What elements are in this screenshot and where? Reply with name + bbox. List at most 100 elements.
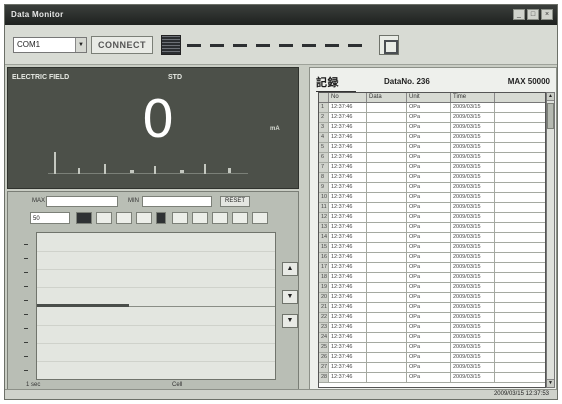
column-header[interactable]: Unit: [407, 93, 451, 102]
table-row[interactable]: 21 12:37:46 OPa 2009/03/15: [319, 303, 545, 313]
table-cell: OPa: [407, 363, 451, 372]
table-row[interactable]: 27 12:37:46 OPa 2009/03/15: [319, 363, 545, 373]
scroll-up-icon[interactable]: ▲: [547, 93, 554, 101]
wave-tool-button[interactable]: [136, 212, 152, 224]
y-tick: [24, 328, 28, 329]
wave-tool-button[interactable]: [232, 212, 248, 224]
table-row[interactable]: 2 12:37:46 OPa 2009/03/15: [319, 113, 545, 123]
minimize-button[interactable]: _: [513, 9, 525, 20]
table-cell: 2009/03/15: [451, 183, 495, 192]
table-row[interactable]: 26 12:37:46 OPa 2009/03/15: [319, 353, 545, 363]
table-cell: 2009/03/15: [451, 273, 495, 282]
connect-button[interactable]: CONNECT: [91, 36, 153, 54]
table-cell: OPa: [407, 143, 451, 152]
table-row[interactable]: 24 12:37:46 OPa 2009/03/15: [319, 333, 545, 343]
table-row[interactable]: 7 12:37:46 OPa 2009/03/15: [319, 163, 545, 173]
zoom-up-button[interactable]: ▲: [282, 262, 298, 276]
wave-tool-button[interactable]: [192, 212, 208, 224]
grid-icon[interactable]: [161, 35, 181, 55]
wave-tool-button[interactable]: [172, 212, 188, 224]
table-cell: 2009/03/15: [451, 133, 495, 142]
range-select[interactable]: 50: [30, 212, 70, 224]
zoom-down-button[interactable]: ▼: [282, 290, 298, 304]
scroll-down-icon[interactable]: ▼: [547, 379, 554, 387]
table-cell: 12:37:46: [329, 163, 367, 172]
dash-icon: [325, 44, 339, 47]
table-cell: OPa: [407, 173, 451, 182]
table-cell: OPa: [407, 203, 451, 212]
column-header[interactable]: No: [329, 93, 367, 102]
wave-tool-button[interactable]: [252, 212, 268, 224]
table-row[interactable]: 15 12:37:46 OPa 2009/03/15: [319, 243, 545, 253]
wave-tool-button[interactable]: [116, 212, 132, 224]
table-cell: OPa: [407, 233, 451, 242]
max-input[interactable]: [46, 196, 118, 207]
table-row[interactable]: 5 12:37:46 OPa 2009/03/15: [319, 143, 545, 153]
table-cell: 2009/03/15: [451, 323, 495, 332]
grid-line: [37, 325, 275, 326]
window-title: Data Monitor: [11, 10, 64, 19]
table-row[interactable]: 12 12:37:46 OPa 2009/03/15: [319, 213, 545, 223]
table-cell: OPa: [407, 113, 451, 122]
waveform-plot[interactable]: [36, 232, 276, 380]
column-header[interactable]: Time: [451, 93, 495, 102]
title-bar[interactable]: Data Monitor _ □ ×: [5, 5, 557, 25]
table-cell: [367, 273, 407, 282]
table-row[interactable]: 25 12:37:46 OPa 2009/03/15: [319, 343, 545, 353]
table-cell: 16: [319, 253, 329, 262]
wave-tool-button[interactable]: [156, 212, 166, 224]
table-scrollbar[interactable]: ▲ ▼: [546, 92, 555, 388]
scroll-down-button[interactable]: ▼: [282, 314, 298, 328]
toolbar: COM1 ▼ CONNECT: [5, 25, 557, 65]
table-row[interactable]: 9 12:37:46 OPa 2009/03/15: [319, 183, 545, 193]
table-cell: [367, 293, 407, 302]
table-row[interactable]: 19 12:37:46 OPa 2009/03/15: [319, 283, 545, 293]
maximize-button[interactable]: □: [527, 9, 539, 20]
port-select[interactable]: COM1 ▼: [13, 37, 87, 53]
table-cell: OPa: [407, 373, 451, 382]
table-row[interactable]: 10 12:37:46 OPa 2009/03/15: [319, 193, 545, 203]
table-cell: [367, 253, 407, 262]
wave-tool-button[interactable]: [76, 212, 92, 224]
table-row[interactable]: 3 12:37:46 OPa 2009/03/15: [319, 123, 545, 133]
table-cell: 12:37:46: [329, 183, 367, 192]
table-row[interactable]: 14 12:37:46 OPa 2009/03/15: [319, 233, 545, 243]
document-icon[interactable]: [379, 35, 399, 55]
wave-toolbar: 50: [16, 212, 296, 226]
table-cell: 28: [319, 373, 329, 382]
wave-tool-button[interactable]: [212, 212, 228, 224]
table-row[interactable]: 11 12:37:46 OPa 2009/03/15: [319, 203, 545, 213]
table-row[interactable]: 4 12:37:46 OPa 2009/03/15: [319, 133, 545, 143]
table-cell: 12:37:46: [329, 273, 367, 282]
scrollbar-thumb[interactable]: [547, 103, 554, 129]
table-row[interactable]: 8 12:37:46 OPa 2009/03/15: [319, 173, 545, 183]
table-cell: 2009/03/15: [451, 333, 495, 342]
column-header[interactable]: Data: [367, 93, 407, 102]
table-cell: 12:37:46: [329, 353, 367, 362]
table-row[interactable]: 16 12:37:46 OPa 2009/03/15: [319, 253, 545, 263]
close-button[interactable]: ×: [541, 9, 553, 20]
table-row[interactable]: 22 12:37:46 OPa 2009/03/15: [319, 313, 545, 323]
data-table: No Data Unit Time 1 12:37:46 OPa 2009/03/15…: [318, 92, 546, 388]
y-tick: [24, 300, 28, 301]
table-row[interactable]: 23 12:37:46 OPa 2009/03/15: [319, 323, 545, 333]
table-cell: OPa: [407, 163, 451, 172]
reset-button[interactable]: RESET: [220, 196, 250, 207]
table-cell: [367, 163, 407, 172]
table-row[interactable]: 18 12:37:46 OPa 2009/03/15: [319, 273, 545, 283]
table-cell: [367, 263, 407, 272]
table-row[interactable]: 17 12:37:46 OPa 2009/03/15: [319, 263, 545, 273]
min-input[interactable]: [142, 196, 212, 207]
wave-tool-button[interactable]: [96, 212, 112, 224]
table-cell: 12:37:46: [329, 343, 367, 352]
table-row[interactable]: 6 12:37:46 OPa 2009/03/15: [319, 153, 545, 163]
table-row[interactable]: 1 12:37:46 OPa 2009/03/15: [319, 103, 545, 113]
table-cell: OPa: [407, 333, 451, 342]
table-cell: OPa: [407, 103, 451, 112]
table-row[interactable]: 13 12:37:46 OPa 2009/03/15: [319, 223, 545, 233]
table-row[interactable]: 28 12:37:46 OPa 2009/03/15: [319, 373, 545, 383]
table-cell: [367, 213, 407, 222]
table-row[interactable]: 20 12:37:46 OPa 2009/03/15: [319, 293, 545, 303]
table-cell: [367, 303, 407, 312]
unit-label: mA: [270, 126, 280, 132]
